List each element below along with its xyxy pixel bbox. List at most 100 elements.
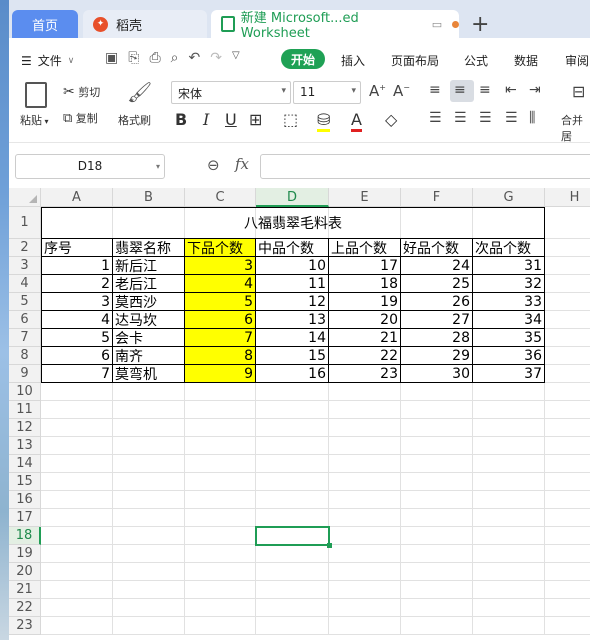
grid-cell[interactable] [401, 419, 473, 437]
table-cell[interactable]: 13 [256, 311, 329, 329]
table-cell[interactable]: 南齐 [113, 347, 185, 365]
table-cell[interactable]: 27 [401, 311, 473, 329]
row-header-2[interactable]: 2 [9, 239, 41, 257]
grid-cell[interactable] [401, 527, 473, 545]
table-cell[interactable]: 老后江 [113, 275, 185, 293]
tab-start[interactable]: 开始 [281, 49, 325, 69]
grid-cell[interactable] [545, 347, 590, 365]
grid-cell[interactable] [545, 275, 590, 293]
grid-cell[interactable] [473, 581, 545, 599]
grid-cell[interactable] [401, 545, 473, 563]
grid-cell[interactable] [473, 599, 545, 617]
grid-cell[interactable] [329, 581, 401, 599]
align-top-icon[interactable]: ≡ [429, 82, 441, 98]
grid-cell[interactable] [41, 581, 113, 599]
tab-daoke[interactable]: ✦ 稻壳 [83, 10, 207, 38]
table-cell[interactable]: 18 [329, 275, 401, 293]
column-header-e[interactable]: E [329, 188, 401, 207]
grid-cell[interactable] [473, 527, 545, 545]
grid-cell[interactable] [329, 473, 401, 491]
grid-cell[interactable] [329, 545, 401, 563]
grid-cell[interactable] [401, 563, 473, 581]
grid-cell[interactable] [473, 491, 545, 509]
table-cell[interactable]: 2 [41, 275, 113, 293]
grid-cell[interactable] [256, 509, 329, 527]
grid-cell[interactable] [329, 527, 401, 545]
row-header-19[interactable]: 19 [9, 545, 41, 563]
grid-cell[interactable] [545, 581, 590, 599]
grid-cell[interactable] [113, 473, 185, 491]
column-header-b[interactable]: B [113, 188, 185, 207]
grid-cell[interactable] [256, 545, 329, 563]
underline-icon[interactable]: U [225, 110, 237, 129]
grid-cell[interactable] [473, 455, 545, 473]
paste-button[interactable]: 粘贴 ▾ [20, 112, 49, 128]
print-icon[interactable]: ⎙ [149, 50, 160, 66]
grid-cell[interactable] [473, 419, 545, 437]
table-cell[interactable]: 19 [329, 293, 401, 311]
row-header-8[interactable]: 8 [9, 347, 41, 365]
grid-cell[interactable] [329, 599, 401, 617]
grid-cell[interactable] [473, 509, 545, 527]
decrease-font-icon[interactable]: A− [393, 82, 410, 100]
grid-cell[interactable] [545, 383, 590, 401]
grid-cell[interactable] [329, 617, 401, 635]
grid-cell[interactable] [401, 473, 473, 491]
table-cell[interactable]: 6 [41, 347, 113, 365]
grid-cell[interactable] [41, 437, 113, 455]
row-header-3[interactable]: 3 [9, 257, 41, 275]
format-painter-button[interactable]: 格式刷 [118, 112, 151, 128]
grid-cell[interactable] [185, 473, 256, 491]
grid-cell[interactable] [329, 491, 401, 509]
redo-icon[interactable]: ↷ [210, 50, 222, 66]
table-header-cell[interactable]: 翡翠名称 [113, 239, 185, 257]
table-cell[interactable]: 25 [401, 275, 473, 293]
table-cell[interactable]: 22 [329, 347, 401, 365]
table-cell[interactable]: 20 [329, 311, 401, 329]
grid-cell[interactable] [473, 617, 545, 635]
grid-cell[interactable] [329, 419, 401, 437]
row-header-7[interactable]: 7 [9, 329, 41, 347]
column-header-a[interactable]: A [41, 188, 113, 207]
tab-document[interactable]: 新建 Microsoft...ed Worksheet ▭ [211, 10, 459, 41]
more-icon[interactable]: ▽ [232, 50, 240, 66]
grid-cell[interactable] [113, 617, 185, 635]
grid-cell[interactable] [401, 617, 473, 635]
align-bottom-icon[interactable]: ≡ [479, 82, 491, 98]
table-cell[interactable]: 36 [473, 347, 545, 365]
column-header-d[interactable]: D [256, 188, 329, 207]
table-cell[interactable]: 33 [473, 293, 545, 311]
grid-cell[interactable] [329, 509, 401, 527]
bold-icon[interactable]: B [175, 110, 187, 129]
grid-cell[interactable] [185, 401, 256, 419]
grid-cell[interactable] [113, 527, 185, 545]
formula-input[interactable] [260, 154, 590, 179]
grid-cell[interactable] [113, 401, 185, 419]
table-cell[interactable]: 4 [185, 275, 256, 293]
grid-cell[interactable] [401, 383, 473, 401]
spreadsheet-grid[interactable]: A B C D E F G H 1 2 3 4 5 6 7 8 9 10 11 12 13 14 15 16 17 18 19 20 2… [9, 184, 590, 640]
grid-cell[interactable] [545, 257, 590, 275]
column-header-f[interactable]: F [401, 188, 473, 207]
save-icon[interactable]: ▣ [105, 50, 118, 66]
table-cell[interactable]: 32 [473, 275, 545, 293]
grid-cell[interactable] [113, 419, 185, 437]
table-cell[interactable]: 23 [329, 365, 401, 383]
grid-cell[interactable] [545, 545, 590, 563]
table-cell[interactable]: 莫西沙 [113, 293, 185, 311]
grid-cell[interactable] [256, 455, 329, 473]
format-painter-icon[interactable]: 🖌 [127, 80, 152, 104]
grid-cell[interactable] [401, 401, 473, 419]
grid-cell[interactable] [185, 419, 256, 437]
align-middle-icon[interactable]: ≡ [454, 82, 466, 98]
grid-cell[interactable] [473, 545, 545, 563]
grid-cell[interactable] [41, 617, 113, 635]
row-header-15[interactable]: 15 [9, 473, 41, 491]
tab-formula[interactable]: 公式 [464, 52, 488, 69]
grid-cell[interactable] [41, 545, 113, 563]
grid-cell[interactable] [41, 419, 113, 437]
row-header-18[interactable]: 18 [9, 527, 41, 545]
row-header-6[interactable]: 6 [9, 311, 41, 329]
grid-cell[interactable] [329, 455, 401, 473]
grid-cell[interactable] [113, 599, 185, 617]
